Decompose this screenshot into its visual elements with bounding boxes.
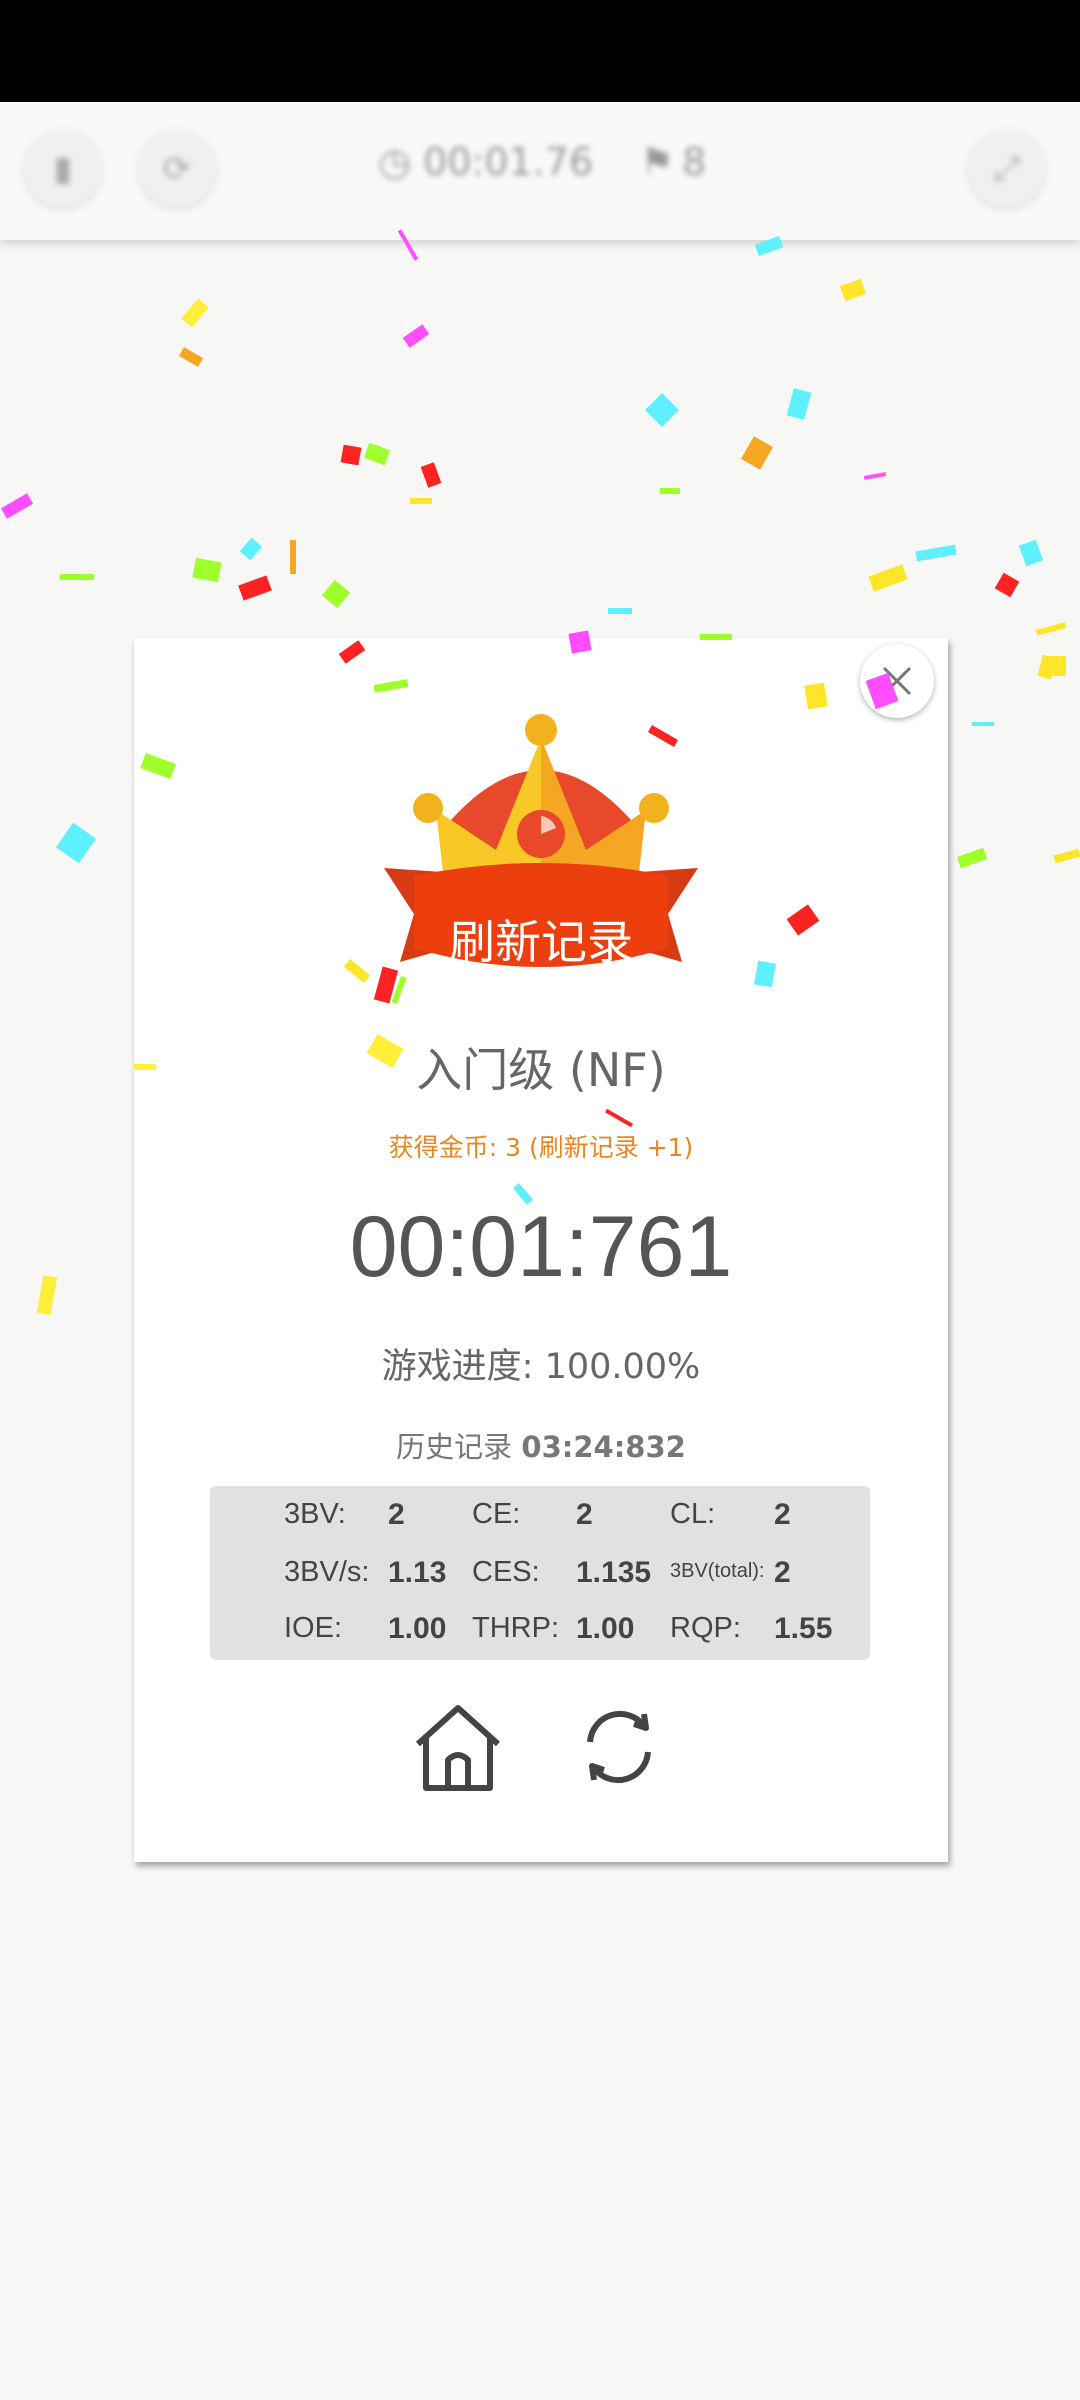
- expand-icon[interactable]: ⤢: [968, 130, 1046, 208]
- flag-icon: ⚑: [640, 140, 675, 184]
- home-button[interactable]: [412, 1704, 504, 1792]
- stat-thrp: THRP: 1.00: [472, 1612, 635, 1645]
- stat-3bv: 3BV: 2: [284, 1498, 405, 1531]
- game-progress: 游戏进度: 100.00%: [134, 1338, 948, 1389]
- close-icon: [882, 666, 912, 696]
- history-value: 03:24:832: [521, 1430, 686, 1464]
- restart-icon: [587, 1710, 651, 1784]
- stat-3bv-total: 3BV(total): 2: [670, 1556, 791, 1589]
- restart-button[interactable]: [576, 1704, 662, 1790]
- flag-counter: ⚑ 8: [640, 140, 707, 184]
- progress-value: 100.00%: [544, 1347, 701, 1387]
- coins-earned: 获得金币: 3 (刷新记录 +1): [388, 1133, 694, 1162]
- difficulty-level: 入门级 (NF): [416, 1043, 666, 1097]
- stat-ioe: IOE: 1.00: [284, 1612, 447, 1645]
- stat-rqp: RQP: 1.55: [670, 1612, 833, 1645]
- result-dialog: 刷新记录 入门级 (NF) 获得金币: 3 (刷新记录 +1) 00:01:76…: [134, 638, 948, 1862]
- stat-ces: CES: 1.135: [472, 1556, 652, 1589]
- game-timer: ◷ 00:01.76: [378, 140, 594, 184]
- record-banner-title: 刷新记录: [449, 915, 633, 969]
- stat-cl: CL: 2: [670, 1498, 791, 1531]
- stat-3bv-per-second: 3BV/s: 1.13: [284, 1556, 447, 1589]
- progress-label: 游戏进度:: [381, 1347, 534, 1387]
- finish-time: 00:01:761: [349, 1199, 733, 1295]
- close-button[interactable]: [860, 644, 934, 718]
- history-label: 历史记录: [396, 1430, 513, 1464]
- refresh-icon[interactable]: ⟳: [138, 130, 216, 208]
- stats-panel: 3BV: 2 CE: 2 CL: 2 3BV/s: 1.13 CES: 1.13…: [210, 1486, 870, 1660]
- save-icon[interactable]: ▮: [24, 130, 102, 208]
- stat-ce: CE: 2: [472, 1498, 593, 1531]
- home-icon: [415, 1705, 501, 1791]
- game-toolbar: ▮ ⟳ ◷ 00:01.76 ⚑ 8 ⤢: [0, 102, 1080, 240]
- best-record: 历史记录 03:24:832: [134, 1424, 948, 1466]
- clock-icon: ◷: [378, 140, 412, 184]
- status-bar: [0, 0, 1080, 102]
